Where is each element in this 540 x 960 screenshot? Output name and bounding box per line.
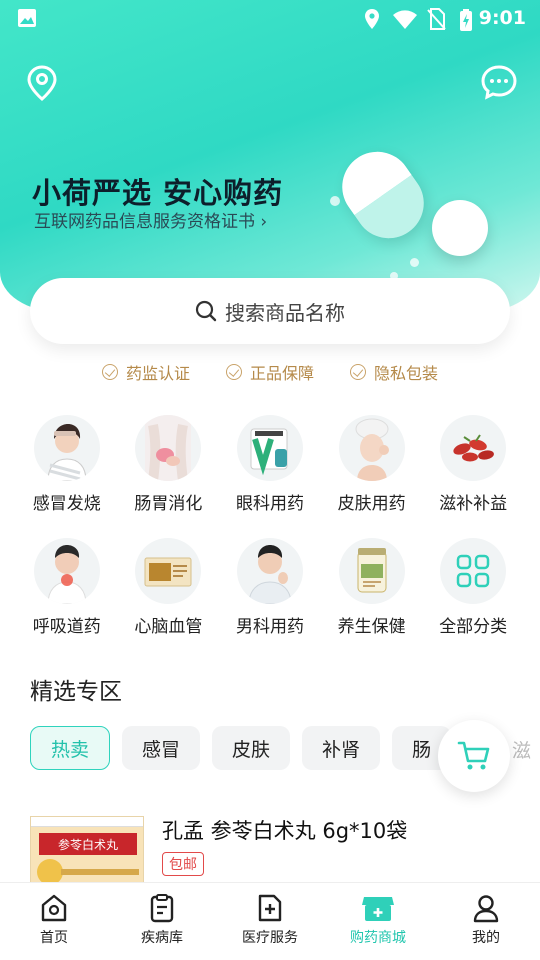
grid-icon (440, 538, 507, 604)
category-label: 滋补补益 (439, 494, 508, 514)
category-tonic[interactable]: 滋补补益 (422, 415, 524, 514)
search-icon (195, 300, 217, 322)
stomach-icon (135, 415, 202, 481)
clipboard-icon (150, 894, 174, 923)
category-label: 感冒发烧 (32, 494, 101, 514)
product-image[interactable]: 参苓白术丸 (30, 816, 144, 886)
tab-hot[interactable]: 热卖 (30, 726, 111, 770)
tab-tonic-partial[interactable]: 滋 (512, 736, 531, 763)
badge-label: 正品保障 (249, 364, 314, 383)
bottom-navigation: 首页 疾病库 医疗服务 购药商城 我的 (0, 882, 540, 960)
tab-kidney[interactable]: 补肾 (302, 726, 381, 770)
decor-dot (410, 258, 419, 267)
check-circle-icon (101, 364, 118, 380)
status-bar: 9:01 (0, 0, 540, 38)
category-all[interactable]: 全部分类 (422, 538, 524, 637)
health-care-icon (338, 538, 405, 604)
category-respiratory[interactable]: 呼吸道药 (16, 538, 118, 637)
section-tabs: 热卖 感冒 皮肤 补肾 肠 (30, 726, 452, 770)
category-label: 男科用药 (235, 617, 304, 637)
product-name[interactable]: 孔孟 参苓白术丸 6g*10袋 (162, 815, 407, 845)
free-shipping-tag: 包邮 (162, 852, 204, 876)
pharmacy-mall-page: 9:01 小荷严选 安心购药 互联网药品信息服务资格证书 › 搜索商品名称 药监… (0, 0, 540, 960)
eye-drops-icon (236, 415, 303, 481)
category-label: 心脑血管 (134, 617, 203, 637)
nav-medical-service[interactable]: 医疗服务 (216, 883, 324, 960)
skin-icon (338, 415, 405, 481)
medical-service-icon (258, 894, 282, 922)
category-eye[interactable]: 眼科用药 (219, 415, 321, 514)
nav-label: 医疗服务 (242, 930, 298, 946)
badge-item: 正品保障 (225, 360, 314, 384)
location-status-icon (365, 9, 379, 29)
badge-label: 药监认证 (125, 364, 190, 383)
header-banner (0, 0, 540, 312)
pharmacy-store-icon (362, 897, 394, 921)
category-label: 全部分类 (439, 617, 508, 637)
nav-home[interactable]: 首页 (0, 883, 108, 960)
cart-button[interactable] (438, 720, 510, 792)
category-skin[interactable]: 皮肤用药 (321, 415, 423, 514)
badge-item: 隐私包装 (350, 360, 438, 384)
tablet-illustration (432, 200, 488, 256)
location-pin-icon (27, 65, 57, 101)
cardio-icon (135, 538, 202, 604)
section-title: 精选专区 (30, 679, 122, 705)
status-time: 9:01 (478, 7, 526, 29)
wifi-icon (393, 10, 417, 29)
check-circle-icon (225, 364, 242, 380)
chat-bubble-icon (481, 65, 517, 100)
category-label: 眼科用药 (235, 494, 304, 514)
decor-dot (330, 196, 340, 206)
nav-label: 我的 (472, 930, 500, 946)
category-label: 肠胃消化 (134, 494, 203, 514)
tonic-icon (440, 415, 507, 481)
category-health-care[interactable]: 养生保健 (321, 538, 423, 637)
profile-icon (473, 895, 499, 923)
category-cardio[interactable]: 心脑血管 (118, 538, 220, 637)
trust-badges: 药监认证 正品保障 隐私包装 (0, 360, 540, 384)
category-label: 呼吸道药 (32, 617, 101, 637)
category-andrology[interactable]: 男科用药 (219, 538, 321, 637)
search-placeholder: 搜索商品名称 (225, 300, 345, 325)
badge-label: 隐私包装 (374, 364, 439, 383)
nav-pharmacy-store[interactable]: 购药商城 (324, 883, 432, 960)
location-button[interactable] (24, 64, 60, 102)
home-icon (41, 894, 67, 922)
check-circle-icon (350, 364, 366, 380)
gallery-notification-icon (18, 9, 36, 27)
nav-profile[interactable]: 我的 (432, 883, 540, 960)
capsule-illustration (328, 138, 438, 252)
category-cold-fever[interactable]: 感冒发烧 (16, 415, 118, 514)
nav-label: 疾病库 (141, 930, 183, 946)
category-stomach[interactable]: 肠胃消化 (118, 415, 220, 514)
category-label: 养生保健 (337, 617, 406, 637)
category-grid: 感冒发烧 肠胃消化 眼科用药 皮肤用药 滋补补益 呼吸道药 心脑血管 男科用药 … (16, 415, 524, 637)
cold-fever-icon (33, 415, 100, 481)
product-box-title: 参苓白术丸 (39, 833, 137, 855)
andrology-icon (236, 538, 303, 604)
battery-charging-icon (460, 9, 472, 31)
no-sim-icon (427, 8, 446, 30)
nav-disease-library[interactable]: 疾病库 (108, 883, 216, 960)
certificate-link[interactable]: 互联网药品信息服务资格证书 › (34, 207, 267, 232)
box-stripe (61, 869, 139, 875)
nav-label: 首页 (40, 930, 68, 946)
header-slogan: 小荷严选 安心购药 (32, 176, 284, 210)
nav-label: 购药商城 (350, 930, 406, 946)
shopping-cart-icon (457, 741, 490, 770)
tab-cold[interactable]: 感冒 (122, 726, 201, 770)
message-button[interactable] (480, 64, 518, 100)
tab-skin[interactable]: 皮肤 (212, 726, 291, 770)
search-bar[interactable]: 搜索商品名称 (30, 278, 510, 344)
category-label: 皮肤用药 (337, 494, 406, 514)
badge-item: 药监认证 (101, 360, 190, 384)
respiratory-icon (33, 538, 100, 604)
box-top (31, 817, 143, 827)
